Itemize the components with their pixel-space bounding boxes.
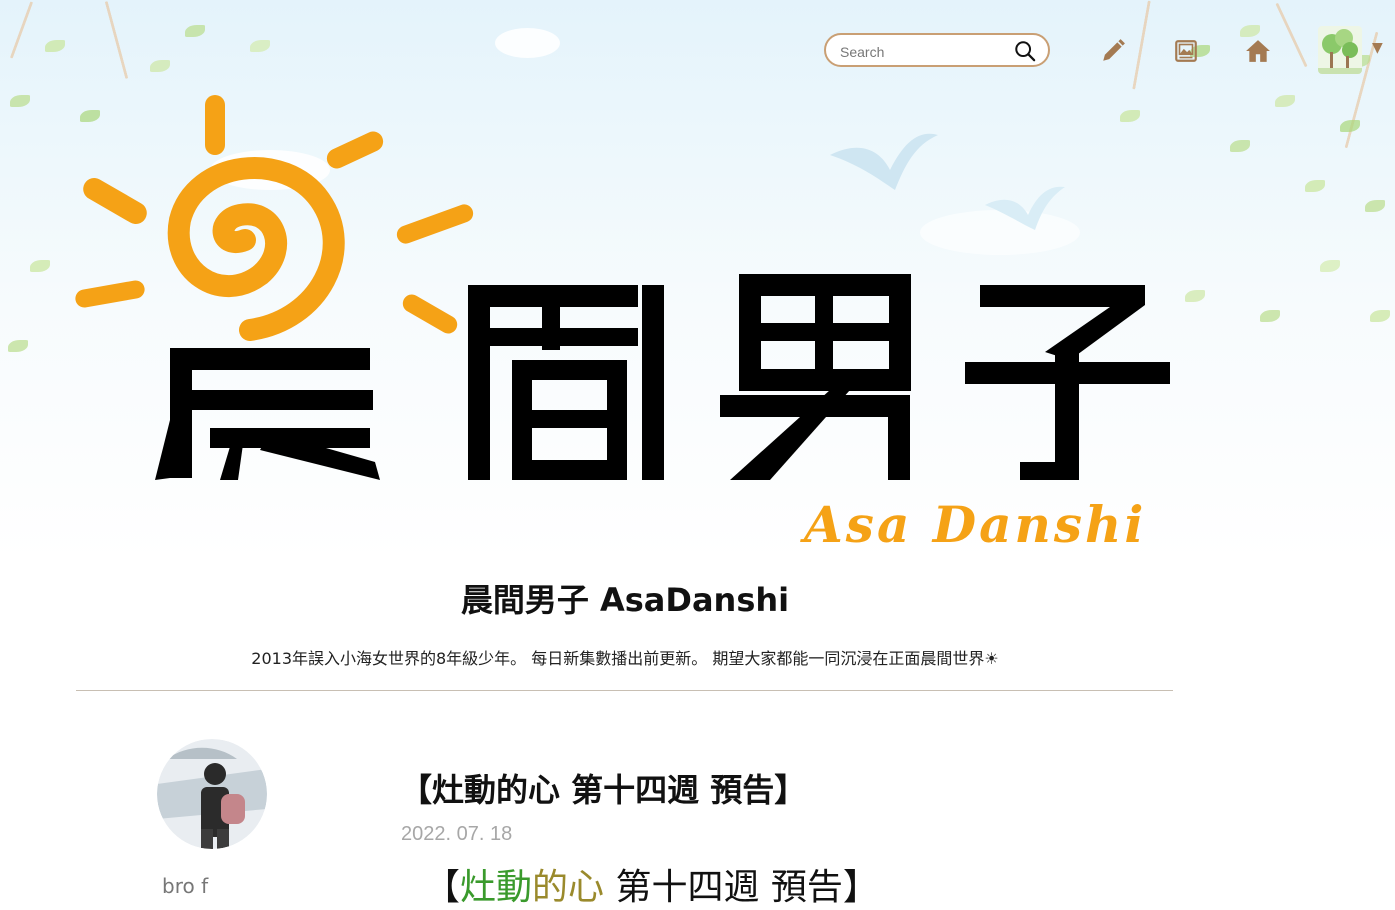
post-heading-highlight: 灶動 [460, 867, 533, 908]
author-name: bro f [162, 874, 209, 898]
user-avatar[interactable] [1318, 26, 1362, 74]
search-bar[interactable] [824, 33, 1050, 67]
author-avatar[interactable] [157, 739, 267, 849]
post-title[interactable]: 【灶動的心 第十四週 預告】 [400, 765, 806, 811]
search-input[interactable] [838, 41, 1012, 63]
site-description: 2013年誤入小海女世界的8年級少年。 每日新集數播出前更新。 期望大家都能一同… [251, 649, 999, 668]
image-icon[interactable] [1173, 38, 1199, 64]
search-icon[interactable] [1014, 40, 1036, 62]
site-title: 晨間男子 AsaDanshi [460, 581, 790, 619]
post-date: 2022. 07. 18 [401, 823, 513, 845]
post-heading-highlight-2: 的心 [532, 867, 605, 908]
pencil-icon[interactable] [1100, 38, 1126, 64]
home-icon[interactable] [1245, 38, 1271, 64]
site-logo [75, 95, 1170, 480]
chevron-down-icon[interactable]: ▼ [1372, 40, 1383, 56]
logo-latin-text: Asa Danshi [804, 495, 1147, 554]
post-heading: 【灶動的心 第十四週 預告】 [424, 858, 879, 910]
post-heading-rest: 第十四週 預告】 [604, 867, 879, 908]
post-heading-bracket: 【 [424, 867, 461, 908]
divider [76, 690, 1173, 691]
